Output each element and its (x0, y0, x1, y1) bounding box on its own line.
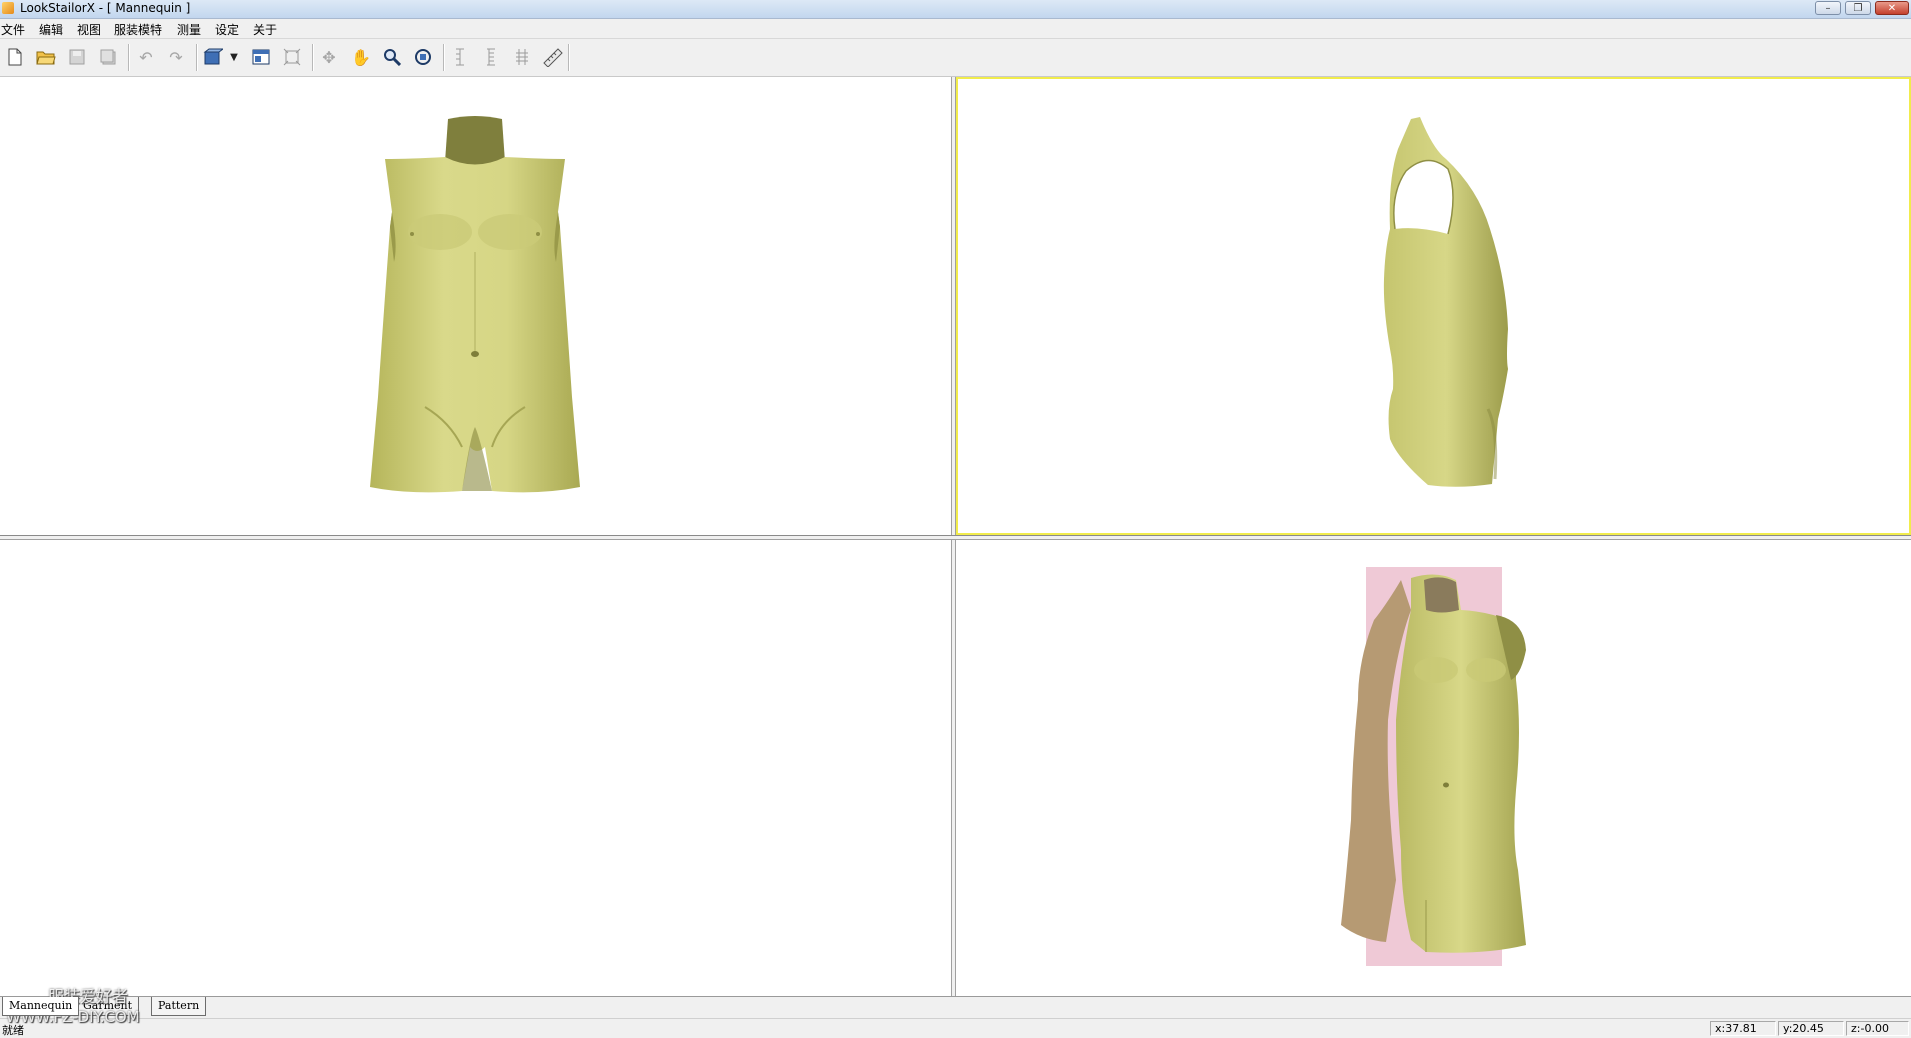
layout-icon[interactable] (250, 46, 272, 68)
save-icon[interactable] (66, 46, 88, 68)
display-mode-icon[interactable] (202, 46, 224, 68)
menu-edit[interactable]: 编辑 (39, 21, 63, 38)
measure-vertical-2-icon[interactable] (480, 46, 502, 68)
tab-pattern[interactable]: Pattern (151, 997, 207, 1016)
toolbar-separator (128, 44, 130, 71)
viewport-front[interactable] (0, 77, 951, 535)
ruler-icon[interactable] (542, 46, 564, 68)
menu-measure[interactable]: 测量 (177, 21, 201, 38)
app-icon (2, 2, 14, 14)
toolbar-separator (196, 44, 198, 71)
new-file-icon[interactable] (4, 46, 26, 68)
close-button[interactable]: ✕ (1875, 1, 1909, 15)
status-bar: 就绪 x:37.81 y:20.45 z:-0.00 (0, 1018, 1911, 1038)
undo-icon[interactable]: ↶ (135, 46, 157, 68)
horizontal-splitter[interactable] (0, 535, 1911, 540)
zoom-icon[interactable] (381, 46, 403, 68)
minimize-button[interactable]: – (1815, 1, 1841, 15)
dropdown-arrow-icon[interactable]: ▼ (228, 46, 240, 68)
toolbar: ↶ ↷ ▼ ✥ ✋ (0, 39, 1911, 77)
status-x-coordinate: x:37.81 (1710, 1021, 1776, 1036)
toolbar-separator (312, 44, 314, 71)
menu-about[interactable]: 关于 (253, 21, 277, 38)
save-all-icon[interactable] (97, 46, 119, 68)
mannequin-perspective-model (1341, 567, 1526, 966)
title-bar: LookStailorX - [ Mannequin ] – ❐ ✕ (0, 0, 1911, 19)
menu-bar: 文件 编辑 视图 服装模特 测量 设定 关于 (0, 19, 1911, 39)
restore-button[interactable]: ❐ (1845, 1, 1871, 15)
menu-settings[interactable]: 设定 (215, 21, 239, 38)
redo-icon[interactable]: ↷ (165, 46, 187, 68)
viewport-perspective[interactable] (956, 540, 1911, 996)
open-folder-icon[interactable] (35, 46, 57, 68)
rotate-icon[interactable]: ✥ (318, 46, 340, 68)
view-reset-icon[interactable] (412, 46, 434, 68)
tab-strip: Mannequin Garment Pattern (0, 996, 1911, 1019)
viewport-side[interactable] (956, 77, 1911, 535)
measure-split-icon[interactable] (511, 46, 533, 68)
fit-icon[interactable] (281, 46, 303, 68)
status-z-coordinate: z:-0.00 (1846, 1021, 1909, 1036)
toolbar-separator (443, 44, 445, 71)
status-y-coordinate: y:20.45 (1778, 1021, 1844, 1036)
measure-vertical-icon[interactable] (449, 46, 471, 68)
viewport-empty[interactable] (0, 540, 951, 996)
pan-hand-icon[interactable]: ✋ (350, 46, 372, 68)
mannequin-front-model (370, 116, 580, 493)
window-title: LookStailorX - [ Mannequin ] (20, 1, 191, 15)
toolbar-separator (568, 44, 570, 71)
mannequin-side-model (1383, 117, 1508, 487)
menu-view[interactable]: 视图 (77, 21, 101, 38)
menu-mannequin[interactable]: 服装模特 (114, 21, 162, 38)
tab-mannequin[interactable]: Mannequin (2, 997, 80, 1016)
menu-file[interactable]: 文件 (1, 21, 25, 38)
